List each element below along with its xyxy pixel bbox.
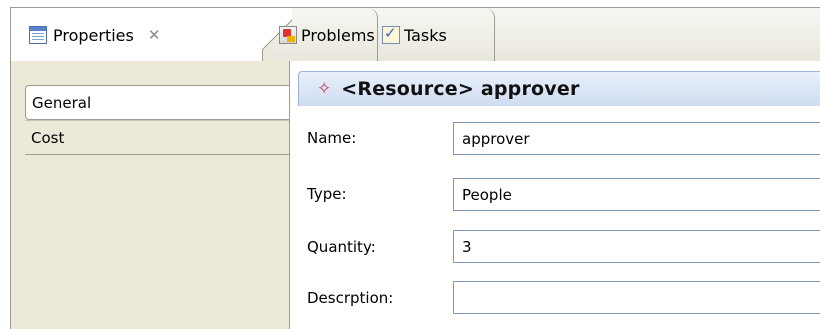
properties-icon [29,26,47,44]
section-title: <Resource> approver [341,78,580,100]
close-icon[interactable]: ✕ [148,26,161,44]
tasks-icon [382,24,400,44]
tab-problems[interactable]: Problems [265,8,375,62]
type-label: Type: [307,185,347,203]
tab-problems-label: Problems [301,25,375,45]
tab-tasks[interactable]: Tasks [372,8,495,62]
problems-icon [279,26,297,44]
quantity-field[interactable] [453,230,820,263]
name-field[interactable] [453,122,820,155]
description-label: Descrption: [307,289,394,307]
view-tab-bar: Properties ✕ Problems Tasks [10,7,820,62]
tab-properties-label: Properties [53,25,134,45]
section-nav: General Cost [10,61,301,329]
nav-item-label: Cost [31,128,65,147]
quantity-label: Quantity: [307,238,376,256]
type-field[interactable] [453,178,820,211]
properties-content: ✧ <Resource> approver Name: Type: Quanti… [289,61,820,329]
nav-item-general[interactable]: General [25,85,301,120]
diamond-icon: ✧ [317,79,332,99]
nav-item-label: General [32,93,92,112]
section-header: ✧ <Resource> approver [298,71,820,106]
name-label: Name: [307,129,357,147]
nav-item-cost[interactable]: Cost [25,120,291,155]
tab-tasks-label: Tasks [404,25,447,45]
description-field[interactable] [453,281,820,314]
tab-properties[interactable]: Properties ✕ [11,8,292,62]
